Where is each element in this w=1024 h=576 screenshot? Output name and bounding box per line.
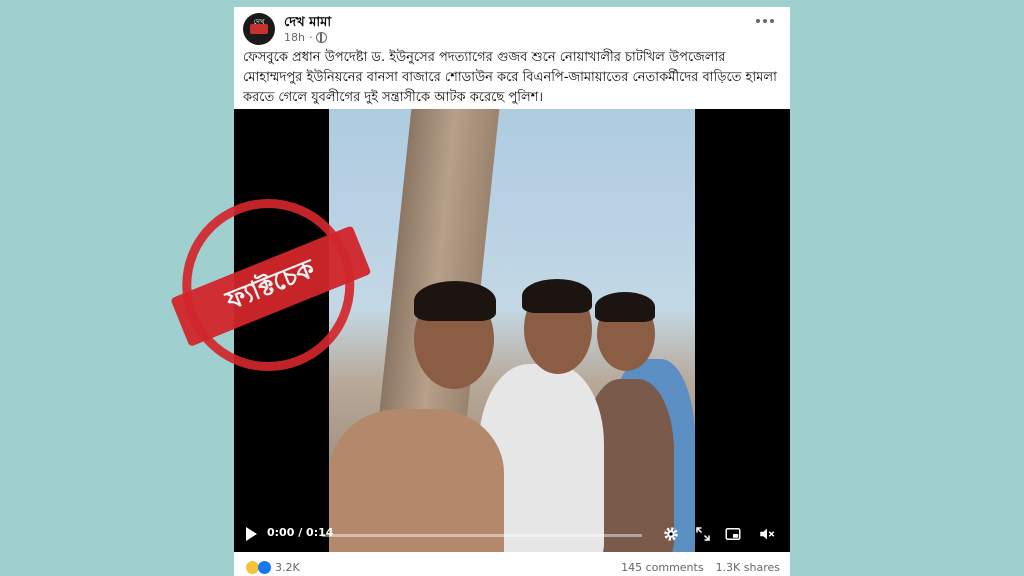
more-dot-icon: [770, 19, 774, 23]
reaction-count: 3.2K: [275, 561, 300, 574]
engagement-counts: 145 comments 1.3K shares: [621, 561, 780, 574]
post-footer: 3.2K 145 comments 1.3K shares: [234, 556, 790, 576]
video-time: 0:00 / 0:14: [267, 526, 334, 539]
video-controls: 0:00 / 0:14: [234, 516, 790, 552]
post-time[interactable]: 18h: [284, 31, 305, 44]
settings-gear-icon[interactable]: [662, 525, 680, 543]
separator-dot: ·: [308, 31, 313, 44]
comments-count[interactable]: 145 comments: [621, 561, 703, 574]
like-reaction-icon: [258, 561, 271, 574]
volume-muted-icon[interactable]: [758, 525, 776, 543]
more-options-button[interactable]: [756, 19, 774, 23]
picture-in-picture-icon[interactable]: [724, 525, 742, 543]
more-dot-icon: [763, 19, 767, 23]
tree-trunk: [376, 109, 500, 439]
post-meta: 18h ·: [284, 31, 328, 44]
play-icon[interactable]: [246, 527, 257, 541]
page-avatar[interactable]: দেখ: [243, 13, 275, 45]
hair-white-sweater: [522, 279, 592, 313]
shares-count[interactable]: 1.3K shares: [716, 561, 780, 574]
hair-shirtless: [414, 281, 496, 321]
avatar-logo-text: দেখ: [253, 18, 265, 26]
reactions-summary[interactable]: 3.2K: [246, 561, 300, 574]
post-text: ফেসবুকে প্রধান উপদেষ্টা ড. ইউনুসের পদত্য…: [243, 50, 777, 105]
video-progress-bar[interactable]: [322, 534, 642, 537]
more-dot-icon: [756, 19, 760, 23]
hair-patterned-shirt: [595, 292, 655, 322]
globe-icon: [316, 32, 328, 43]
fullscreen-expand-icon[interactable]: [694, 525, 712, 543]
